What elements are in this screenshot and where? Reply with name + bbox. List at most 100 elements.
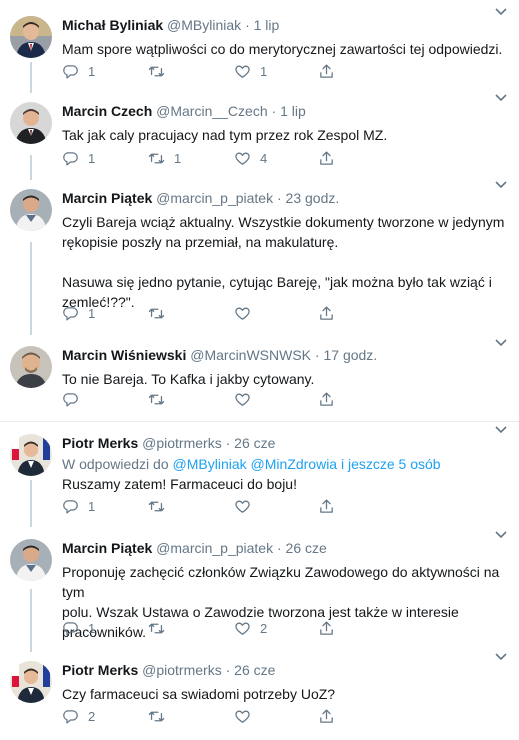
tweet-header: Marcin Wiśniewski @MarcinWSNWSK · 17 god…	[62, 346, 507, 364]
retweet-button[interactable]	[148, 390, 174, 408]
chevron-down-icon[interactable]	[495, 649, 507, 661]
author-name[interactable]: Michał Byliniak	[62, 17, 163, 33]
tweet[interactable]: Michał Byliniak @MByliniak · 1 lip Mam s…	[0, 0, 519, 93]
chevron-down-icon[interactable]	[495, 527, 507, 539]
chevron-down-icon[interactable]	[495, 4, 507, 16]
reply-button[interactable]: 1	[62, 149, 95, 167]
reply-count: 1	[88, 498, 96, 514]
like-count: 1	[260, 63, 268, 79]
like-count: 2	[260, 620, 268, 636]
share-button[interactable]	[318, 149, 335, 167]
reply-button[interactable]	[62, 390, 88, 408]
author-handle[interactable]: @MByliniak	[167, 17, 241, 33]
tweet[interactable]: Marcin Piątek @marcin_p_piatek · 26 cze …	[0, 527, 519, 652]
reply-button[interactable]: 1	[62, 619, 95, 637]
reply-context-prefix: W odpowiedzi do	[62, 456, 169, 472]
author-handle[interactable]: @piotrmerks	[142, 662, 222, 678]
avatar[interactable]	[10, 16, 52, 58]
retweet-icon	[148, 623, 165, 633]
share-button[interactable]	[318, 390, 335, 408]
tweet-thread: Michał Byliniak @MByliniak · 1 lip Mam s…	[0, 0, 519, 740]
share-icon	[320, 63, 333, 78]
chevron-down-icon[interactable]	[495, 422, 507, 434]
share-button[interactable]	[318, 62, 335, 80]
reply-button[interactable]: 2	[62, 707, 95, 725]
author-name[interactable]: Marcin Wiśniewski	[62, 347, 186, 363]
tweet[interactable]: Marcin Piątek @marcin_p_piatek · 23 godz…	[0, 180, 519, 335]
tweet-actions: 1 1	[62, 62, 362, 80]
like-button[interactable]	[234, 390, 260, 408]
chevron-down-icon[interactable]	[495, 90, 507, 102]
tweet-text-line: To nie Bareja. To Kafka i jakby cytowany…	[62, 371, 315, 387]
author-name[interactable]: Marcin Czech	[62, 103, 152, 119]
tweet[interactable]: Marcin Wiśniewski @MarcinWSNWSK · 17 god…	[0, 335, 519, 419]
tweet[interactable]: Marcin Czech @Marcin__Czech · 1 lip Tak …	[0, 93, 519, 180]
retweet-button[interactable]	[148, 62, 174, 80]
share-button[interactable]	[318, 619, 335, 637]
reply-button[interactable]: 1	[62, 304, 95, 322]
timestamp[interactable]: 1 lip	[254, 17, 280, 33]
author-name[interactable]: Piotr Merks	[62, 435, 138, 451]
chevron-down-icon[interactable]	[495, 335, 507, 347]
like-button[interactable]	[234, 304, 260, 322]
share-button[interactable]	[318, 304, 335, 322]
separator-dot: ·	[225, 662, 231, 678]
timestamp[interactable]: 26 cze	[286, 540, 327, 556]
author-handle[interactable]: @MarcinWSNWSK	[190, 347, 311, 363]
reply-context-link[interactable]: @MByliniak @MinZdrowia i jeszcze 5 osób	[173, 456, 441, 472]
like-button[interactable]	[234, 707, 260, 725]
reply-count: 1	[88, 150, 96, 166]
reply-icon	[63, 499, 78, 514]
share-button[interactable]	[318, 497, 335, 515]
reply-icon	[63, 621, 78, 636]
tweet-text: Czy farmaceuci sa swiadomi potrzeby UoZ?	[62, 684, 507, 704]
author-name[interactable]: Marcin Piątek	[62, 190, 152, 206]
like-button[interactable]: 2	[234, 619, 267, 637]
avatar[interactable]	[10, 346, 52, 388]
retweet-icon	[148, 308, 165, 318]
heart-icon	[235, 393, 250, 406]
author-handle[interactable]: @piotrmerks	[142, 435, 222, 451]
timestamp[interactable]: 1 lip	[280, 103, 306, 119]
author-handle[interactable]: @marcin_p_piatek	[156, 190, 273, 206]
timestamp[interactable]: 23 godz.	[286, 190, 340, 206]
retweet-button[interactable]	[148, 497, 174, 515]
tweet-text: To nie Bareja. To Kafka i jakby cytowany…	[62, 369, 507, 389]
tweet[interactable]: Piotr Merks @piotrmerks · 26 cze Czy far…	[0, 652, 519, 740]
tweet[interactable]: Piotr Merks @piotrmerks · 26 cze W odpow…	[0, 422, 519, 527]
avatar[interactable]	[10, 102, 52, 144]
avatar[interactable]	[10, 661, 52, 703]
avatar[interactable]	[10, 189, 52, 231]
heart-icon	[235, 307, 250, 320]
timestamp[interactable]: 26 cze	[234, 662, 275, 678]
author-handle[interactable]: @Marcin__Czech	[156, 103, 267, 119]
reply-button[interactable]: 1	[62, 497, 95, 515]
like-count: 4	[260, 150, 268, 166]
heart-icon	[235, 152, 250, 165]
avatar[interactable]	[10, 539, 52, 581]
tweet-header: Piotr Merks @piotrmerks · 26 cze	[62, 434, 507, 452]
author-name[interactable]: Piotr Merks	[62, 662, 138, 678]
timestamp[interactable]: 26 cze	[234, 435, 275, 451]
tweet-header: Marcin Piątek @marcin_p_piatek · 26 cze	[62, 539, 507, 557]
tweet-actions	[62, 390, 362, 408]
tweet-actions: 1 2	[62, 619, 362, 637]
tweet-text: Mam spore wątpliwości co do merytoryczne…	[62, 39, 507, 59]
retweet-button[interactable]	[148, 304, 174, 322]
timestamp[interactable]: 17 godz.	[323, 347, 377, 363]
retweet-button[interactable]: 1	[148, 149, 181, 167]
reply-icon	[63, 392, 78, 407]
author-handle[interactable]: @marcin_p_piatek	[156, 540, 273, 556]
like-button[interactable]: 4	[234, 149, 267, 167]
like-button[interactable]	[234, 497, 260, 515]
share-button[interactable]	[318, 707, 335, 725]
author-name[interactable]: Marcin Piątek	[62, 540, 152, 556]
retweet-button[interactable]	[148, 707, 174, 725]
tweet-text: Tak jak caly pracujacy nad tym przez rok…	[62, 125, 507, 145]
avatar[interactable]	[10, 434, 52, 476]
like-button[interactable]: 1	[234, 62, 267, 80]
heart-icon	[235, 622, 250, 635]
retweet-button[interactable]	[148, 619, 174, 637]
chevron-down-icon[interactable]	[495, 177, 507, 189]
reply-button[interactable]: 1	[62, 62, 95, 80]
